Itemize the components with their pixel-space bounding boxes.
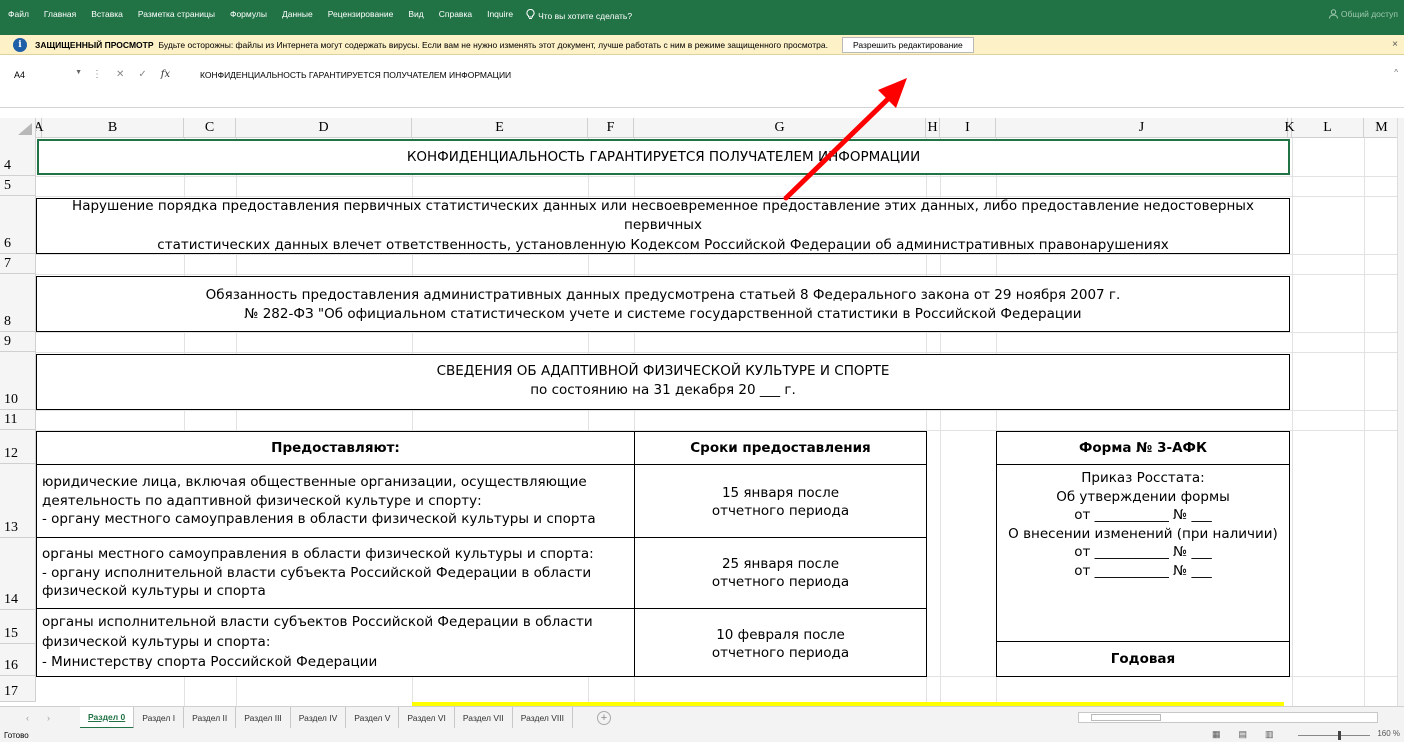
sheet-tab-5[interactable]: Раздел V xyxy=(346,706,400,729)
page-break-view-icon[interactable]: ▥ xyxy=(1265,729,1274,740)
sheet-tab-2[interactable]: Раздел II xyxy=(184,706,237,729)
view-buttons: ▦ ▤ ▥ xyxy=(1212,729,1274,740)
add-sheet-icon[interactable]: + xyxy=(597,710,611,725)
sheet-tab-7[interactable]: Раздел VII xyxy=(455,706,513,729)
sheet-tab-4[interactable]: Раздел IV xyxy=(291,706,347,729)
normal-view-icon[interactable]: ▦ xyxy=(1212,729,1221,740)
status-bar: Готово ▦ ▤ ▥ 160 % xyxy=(0,728,1404,742)
sheet-tab-8[interactable]: Раздел VIII xyxy=(513,706,573,729)
sheet-tab-0[interactable]: Раздел 0 xyxy=(80,706,135,729)
prev-sheet-icon[interactable]: ‹ xyxy=(26,713,29,723)
zoom-slider-knob[interactable] xyxy=(1338,731,1341,740)
sheet-tab-bar: ‹ › Раздел 0 Раздел I Раздел II Раздел I… xyxy=(0,706,1404,729)
scrollbar-thumb[interactable] xyxy=(1091,714,1161,721)
annotation-arrow xyxy=(783,78,907,201)
page-layout-view-icon[interactable]: ▤ xyxy=(1239,729,1248,740)
sheet-tab-6[interactable]: Раздел VI xyxy=(399,706,455,729)
sheet-nav: ‹ › xyxy=(0,713,80,723)
next-sheet-icon[interactable]: › xyxy=(47,713,50,723)
horizontal-scrollbar[interactable] xyxy=(1078,712,1378,723)
zoom-slider[interactable] xyxy=(1298,735,1370,736)
zoom-level[interactable]: 160 % xyxy=(1377,729,1400,738)
status-ready: Готово xyxy=(4,730,29,740)
vertical-scrollbar[interactable] xyxy=(1397,118,1404,706)
sheet-tab-3[interactable]: Раздел III xyxy=(236,706,291,729)
sheet-tab-1[interactable]: Раздел I xyxy=(134,706,185,729)
